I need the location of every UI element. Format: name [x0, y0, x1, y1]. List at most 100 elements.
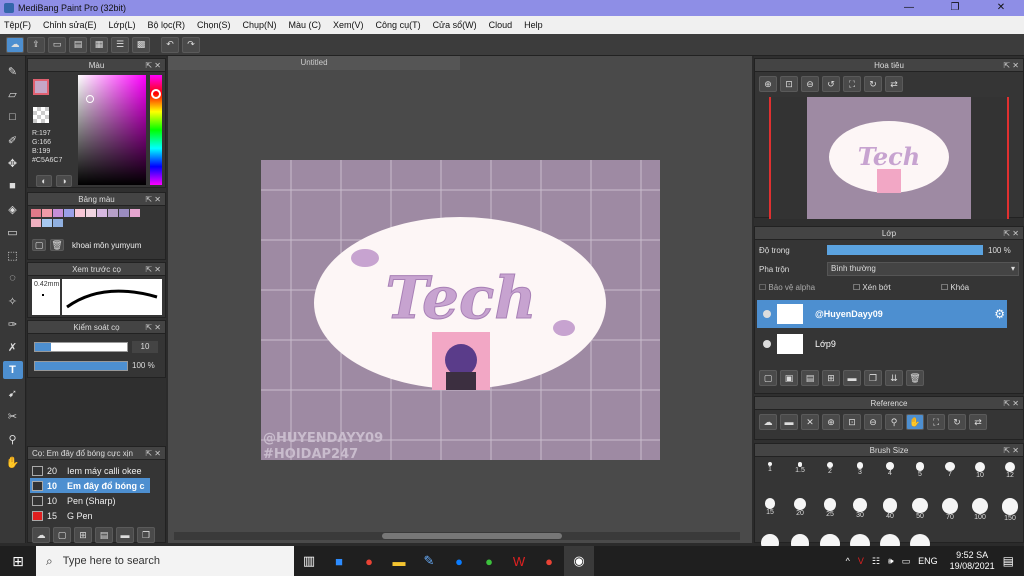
document-tab[interactable]: Untitled — [168, 56, 460, 70]
palette-swatch[interactable] — [130, 209, 140, 217]
palette-swatch[interactable] — [42, 209, 52, 217]
chrome-second-icon[interactable]: ● — [534, 546, 564, 576]
eyedropper-tool-icon[interactable]: ⚲ — [3, 430, 23, 448]
undo-icon[interactable]: ↶ — [161, 36, 179, 53]
palette-swatch[interactable] — [42, 219, 52, 227]
operation-tool-icon[interactable]: ➹ — [3, 384, 23, 402]
lasso-tool-icon[interactable]: ◌ — [3, 269, 23, 287]
zoom-out-icon[interactable]: ⊖ — [801, 76, 819, 92]
delete-layer-icon[interactable]: 🗑 — [906, 370, 924, 386]
reference-fullscreen-icon[interactable]: ⛶ — [927, 414, 945, 430]
eraser-tool-icon[interactable]: ▱ — [3, 85, 23, 103]
file-explorer-icon[interactable]: ▬ — [384, 546, 414, 576]
document-canvas[interactable]: Tech @HUYENDAYY09 #HOIDAP247 — [261, 160, 660, 462]
picker-cursor[interactable] — [86, 95, 94, 103]
taskbar-search[interactable]: ⌕ Type here to search — [36, 546, 294, 576]
brush-size-option[interactable]: 3 — [845, 460, 875, 496]
rotate-right-icon[interactable]: ↻ — [864, 76, 882, 92]
horizontal-scrollbar[interactable] — [174, 532, 740, 540]
document-icon[interactable]: ▦ — [90, 36, 108, 53]
palette-name[interactable]: khoai môn yumyum — [72, 241, 141, 250]
brush-size-option[interactable]: 40 — [875, 496, 905, 532]
palette-swatch[interactable] — [108, 209, 118, 217]
reference-hand-icon[interactable]: ✋ — [906, 414, 924, 430]
close-button[interactable]: ✕ — [978, 0, 1024, 16]
input-language[interactable]: ENG — [918, 556, 938, 566]
palette-swatch[interactable] — [86, 209, 96, 217]
brush-item[interactable]: 15 G Pen — [30, 508, 150, 523]
folder-icon[interactable]: ▬ — [116, 527, 134, 543]
palette-swatch[interactable] — [97, 209, 107, 217]
new-color-layer-icon[interactable]: ▣ — [780, 370, 798, 386]
green-app-icon[interactable]: ● — [474, 546, 504, 576]
brush-size-value[interactable]: 10 — [132, 341, 158, 353]
zoom-fit-icon[interactable]: ⊡ — [780, 76, 798, 92]
grid-icon[interactable]: ▩ — [132, 36, 150, 53]
palette-swatch[interactable] — [53, 219, 63, 227]
copy-brush-icon[interactable]: ❐ — [137, 527, 155, 543]
divide-tool-icon[interactable]: ✂ — [3, 407, 23, 425]
layer-opacity-slider[interactable] — [827, 245, 983, 255]
new-halftone-layer-icon[interactable]: ▤ — [801, 370, 819, 386]
rectangle-tool-icon[interactable]: □ — [3, 108, 23, 126]
add-layer-menu-icon[interactable]: ⊞ — [822, 370, 840, 386]
layer-row[interactable]: Lớp9 — [757, 330, 1007, 358]
merge-layer-icon[interactable]: ⇊ — [885, 370, 903, 386]
move-tool-icon[interactable]: ✥ — [3, 154, 23, 172]
add-brush-icon[interactable]: ⊞ — [74, 527, 92, 543]
page-icon[interactable]: ▤ — [69, 36, 87, 53]
brush-size-option[interactable]: 50 — [905, 496, 935, 532]
comment-icon[interactable]: ▭ — [48, 36, 66, 53]
windows-start-icon[interactable]: ⊞ — [0, 546, 36, 576]
menu-view[interactable]: Xem(V) — [333, 20, 364, 30]
brush-size-option[interactable]: 10 — [965, 460, 995, 496]
new-brush-icon[interactable]: ▢ — [53, 527, 71, 543]
panel-close-icon[interactable]: ⇱ ✕ — [145, 59, 161, 72]
brush-size-option[interactable]: 15 — [755, 496, 785, 532]
layer-folder-icon[interactable]: ▬ — [843, 370, 861, 386]
minimize-button[interactable]: — — [886, 0, 932, 16]
reference-fit-icon[interactable]: ⊡ — [843, 414, 861, 430]
zoom-app-icon[interactable]: ■ — [324, 546, 354, 576]
brush-size-option[interactable]: 1.5 — [785, 460, 815, 496]
reference-cloud-icon[interactable]: ☁ — [759, 414, 777, 430]
panel-close-icon[interactable]: ⇱ ✕ — [145, 263, 161, 276]
palette-swatch[interactable] — [31, 209, 41, 217]
reference-rotate-icon[interactable]: ↻ — [948, 414, 966, 430]
menu-snap[interactable]: Chụp(N) — [243, 20, 277, 30]
brush-size-option[interactable]: 5 — [905, 460, 935, 496]
reference-flip-icon[interactable]: ⇄ — [969, 414, 987, 430]
chevron-up-icon[interactable]: ^ — [846, 556, 850, 566]
network-icon[interactable]: ☷ — [872, 556, 880, 567]
foreground-color-swatch[interactable] — [33, 79, 49, 95]
brush-settings-icon[interactable]: ▤ — [95, 527, 113, 543]
fill-rect-tool-icon[interactable]: ■ — [3, 177, 23, 195]
reference-close-icon[interactable]: ✕ — [801, 414, 819, 430]
brush-size-option[interactable]: 100 — [965, 496, 995, 532]
zoom-in-icon[interactable]: ⊕ — [759, 76, 777, 92]
palette-swatch[interactable] — [119, 209, 129, 217]
brush-opacity-slider[interactable] — [34, 361, 128, 371]
reference-open-icon[interactable]: ▬ — [780, 414, 798, 430]
scrollbar-thumb[interactable] — [382, 533, 562, 539]
brush-size-option[interactable]: 2 — [815, 460, 845, 496]
visibility-icon[interactable] — [763, 340, 771, 348]
brush-size-option[interactable]: 12 — [995, 460, 1024, 496]
brush-size-option[interactable]: 4 — [875, 460, 905, 496]
reference-zoom-in-icon[interactable]: ⊕ — [822, 414, 840, 430]
brush-size-option[interactable]: 25 — [815, 496, 845, 532]
fit-icon[interactable]: ⛶ — [843, 76, 861, 92]
new-palette-icon[interactable]: ▢ — [32, 239, 46, 251]
volume-icon[interactable]: 🕪 — [888, 556, 894, 567]
color-history-icon[interactable]: ◑ — [56, 175, 72, 187]
palette-swatch[interactable] — [75, 209, 85, 217]
delete-palette-icon[interactable]: 🗑 — [50, 239, 64, 251]
menu-select[interactable]: Chọn(S) — [197, 20, 231, 30]
lock-checkbox[interactable]: ☐ Khóa — [941, 283, 969, 292]
cloud-brush-icon[interactable]: ☁ — [32, 527, 50, 543]
duplicate-layer-icon[interactable]: ❐ — [864, 370, 882, 386]
panel-close-icon[interactable]: ⇱ ✕ — [1003, 227, 1019, 240]
gear-icon[interactable]: ⚙ — [994, 307, 1005, 321]
task-view-icon[interactable]: ▥ — [294, 546, 324, 576]
panel-close-icon[interactable]: ⇱ ✕ — [145, 447, 161, 460]
